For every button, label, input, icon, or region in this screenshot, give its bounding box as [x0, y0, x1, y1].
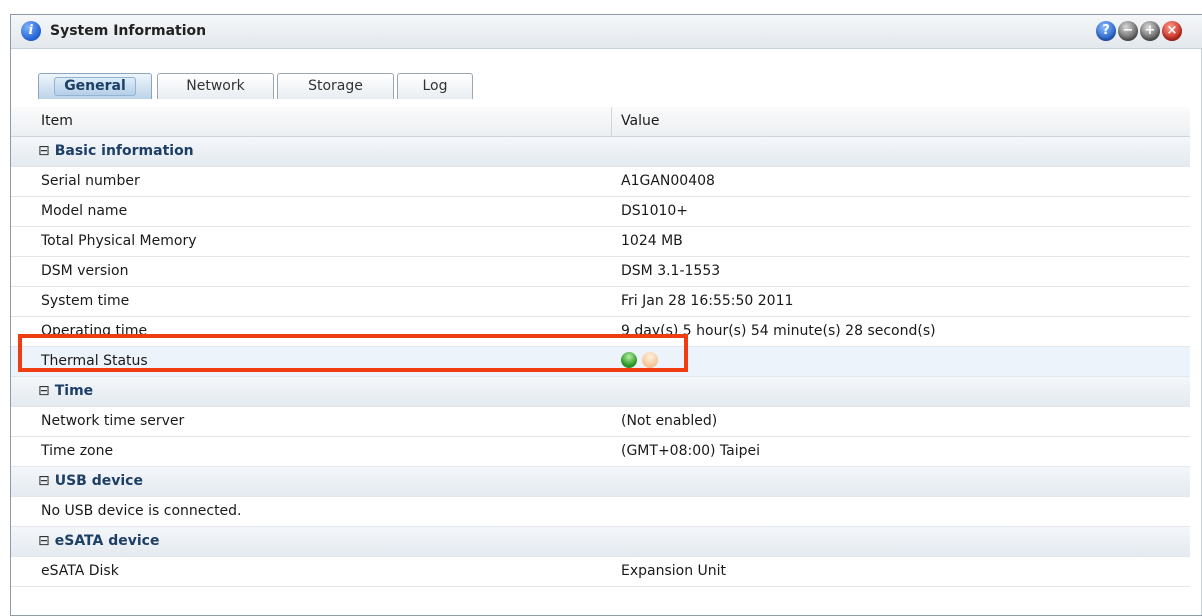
section-time[interactable]: ⊟ Time [11, 377, 1190, 407]
section-usb-device[interactable]: ⊟ USB device [11, 467, 1190, 497]
item-cell: eSATA Disk [41, 563, 119, 579]
section-label: Time [54, 383, 94, 399]
item-cell: No USB device is connected. [41, 503, 242, 519]
column-divider [611, 107, 612, 136]
tab-storage[interactable]: Storage [277, 73, 394, 99]
section-title: ⊟ Basic information [38, 143, 194, 159]
section-basic-information[interactable]: ⊟ Basic information [11, 137, 1190, 167]
window-title: System Information [50, 23, 207, 39]
item-cell: DSM version [41, 263, 129, 279]
table-row: Network time server (Not enabled) [11, 407, 1190, 437]
value-cell: 1024 MB [621, 233, 683, 249]
collapse-icon[interactable]: ⊟ [38, 533, 50, 549]
section-title: ⊟ eSATA device [38, 533, 159, 549]
table-row: Time zone (GMT+08:00) Taipei [11, 437, 1190, 467]
tab-general[interactable]: General [38, 73, 152, 99]
section-title: ⊟ Time [38, 383, 93, 399]
info-icon: i [21, 21, 41, 41]
table-row: Model name DS1010+ [11, 197, 1190, 227]
table-row: Total Physical Memory 1024 MB [11, 227, 1190, 257]
collapse-icon[interactable]: ⊟ [38, 143, 50, 159]
section-label: USB device [54, 473, 143, 489]
maximize-icon[interactable]: + [1140, 21, 1160, 41]
table-row: DSM version DSM 3.1-1553 [11, 257, 1190, 287]
table-row: System time Fri Jan 28 16:55:50 2011 [11, 287, 1190, 317]
value-cell: (Not enabled) [621, 413, 718, 429]
tab-log[interactable]: Log [397, 73, 473, 99]
section-esata-device[interactable]: ⊟ eSATA device [11, 527, 1190, 557]
tab-network[interactable]: Network [157, 73, 274, 99]
value-cell: Fri Jan 28 16:55:50 2011 [621, 293, 794, 309]
item-cell: Network time server [41, 413, 185, 429]
value-cell: DS1010+ [621, 203, 689, 219]
value-cell: (GMT+08:00) Taipei [621, 443, 761, 459]
value-cell: A1GAN00408 [621, 173, 715, 189]
minimize-icon[interactable]: − [1118, 21, 1138, 41]
table-header: Item Value [11, 107, 1190, 137]
close-icon[interactable]: × [1162, 21, 1182, 41]
thermal-status-highlight-box [18, 334, 688, 372]
column-header-item[interactable]: Item [41, 113, 73, 129]
tab-bar: General Network Storage Log [11, 49, 1202, 126]
value-cell: Expansion Unit [621, 563, 727, 579]
section-label: eSATA device [54, 533, 160, 549]
system-information-window: i System Information ? − + × General Net… [10, 14, 1202, 616]
table-row: Serial number A1GAN00408 [11, 167, 1190, 197]
section-title: ⊟ USB device [38, 473, 143, 489]
item-cell: Model name [41, 203, 128, 219]
item-cell: Total Physical Memory [41, 233, 197, 249]
table-row: No USB device is connected. [11, 497, 1190, 527]
item-cell: Serial number [41, 173, 140, 189]
item-cell: System time [41, 293, 130, 309]
item-cell: Time zone [41, 443, 114, 459]
help-icon[interactable]: ? [1096, 21, 1116, 41]
collapse-icon[interactable]: ⊟ [38, 473, 50, 489]
section-label: Basic information [54, 143, 194, 159]
collapse-icon[interactable]: ⊟ [38, 383, 50, 399]
tab-label: General [54, 77, 136, 96]
title-bar: i System Information ? − + × [11, 15, 1202, 49]
value-cell: DSM 3.1-1553 [621, 263, 721, 279]
table-row: eSATA Disk Expansion Unit [11, 557, 1190, 587]
column-header-value[interactable]: Value [621, 113, 659, 129]
